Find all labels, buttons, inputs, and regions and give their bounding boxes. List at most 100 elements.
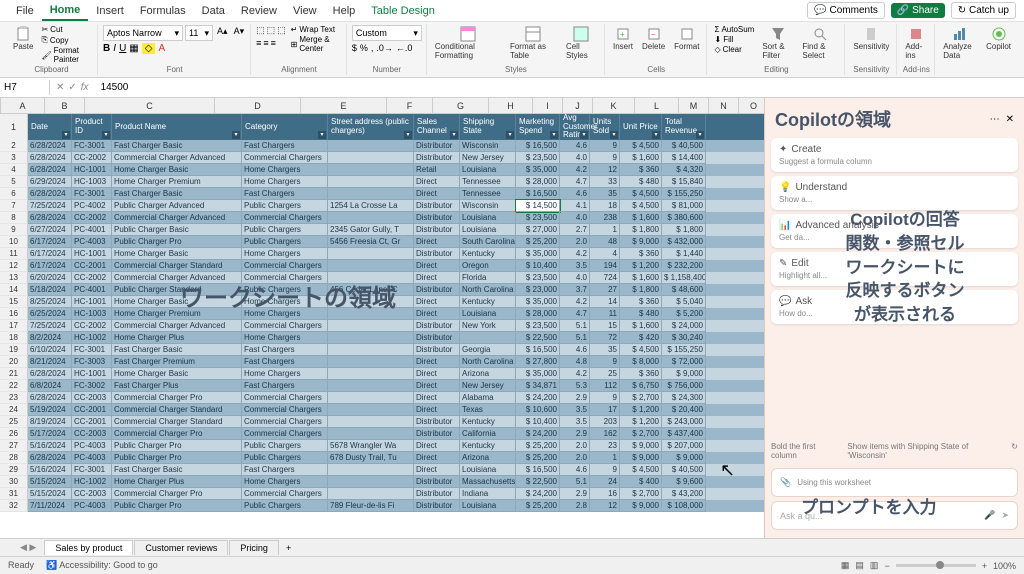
- cell[interactable]: Home Charger Basic: [112, 296, 242, 308]
- cell[interactable]: Distributor: [414, 476, 460, 488]
- cell[interactable]: 1254 La Crosse La: [328, 200, 414, 212]
- cell[interactable]: Distributor: [414, 500, 460, 512]
- col-head-D[interactable]: D: [215, 98, 301, 113]
- cell[interactable]: Fast Chargers: [242, 344, 328, 356]
- cell[interactable]: 4.2: [560, 296, 590, 308]
- cell[interactable]: Kentucky: [460, 248, 516, 260]
- cell[interactable]: $ 108,000: [662, 500, 706, 512]
- cell[interactable]: Direct: [414, 188, 460, 200]
- cell[interactable]: 4.6: [560, 344, 590, 356]
- cell[interactable]: Home Chargers: [242, 164, 328, 176]
- cell[interactable]: Georgia: [460, 344, 516, 356]
- cell[interactable]: 24: [590, 476, 620, 488]
- col-head-J[interactable]: J: [563, 98, 593, 113]
- cell[interactable]: 2.9: [560, 488, 590, 500]
- cell[interactable]: $ 24,200: [516, 488, 560, 500]
- cell[interactable]: 23: [590, 440, 620, 452]
- tab-file[interactable]: File: [8, 2, 42, 20]
- cell[interactable]: $ 1,158,400: [662, 272, 706, 284]
- cell[interactable]: 2.8: [560, 500, 590, 512]
- insert-cells-button[interactable]: +Insert: [610, 25, 636, 52]
- cell[interactable]: 15: [590, 320, 620, 332]
- table-header-3[interactable]: Category▾: [242, 114, 328, 140]
- cell[interactable]: Distributor: [414, 416, 460, 428]
- cell[interactable]: Public Chargers: [242, 500, 328, 512]
- align-center-button[interactable]: ≡: [263, 38, 268, 48]
- cell[interactable]: $ 48,600: [662, 284, 706, 296]
- cell[interactable]: CC-2002: [72, 320, 112, 332]
- cell[interactable]: $ 4,320: [662, 164, 706, 176]
- cell[interactable]: Commercial Charger Advanced: [112, 320, 242, 332]
- copilot-card-adv[interactable]: 📊Advanced analysis Get da...: [771, 214, 1018, 248]
- cell[interactable]: $ 1,800: [620, 284, 662, 296]
- sort-filter-button[interactable]: Sort & Filter: [759, 25, 796, 61]
- cell[interactable]: Fast Charger Basic: [112, 344, 242, 356]
- cell[interactable]: FC-3003: [72, 356, 112, 368]
- sheet-tab-sales[interactable]: Sales by product: [44, 540, 133, 555]
- cell[interactable]: Commercial Chargers: [242, 212, 328, 224]
- cell[interactable]: [328, 476, 414, 488]
- cell[interactable]: 6/20/2024: [28, 272, 72, 284]
- table-header-2[interactable]: Product Name▾: [112, 114, 242, 140]
- cell[interactable]: Home Chargers: [242, 248, 328, 260]
- cell[interactable]: 6/27/2024: [28, 224, 72, 236]
- cell[interactable]: 194: [590, 260, 620, 272]
- cell[interactable]: Commercial Chargers: [242, 404, 328, 416]
- table-row[interactable]: 166/25/2024HC-1003Home Charger PremiumHo…: [0, 308, 764, 320]
- cell[interactable]: Commercial Chargers: [242, 488, 328, 500]
- cell[interactable]: CC-2001: [72, 260, 112, 272]
- cell[interactable]: 9: [590, 464, 620, 476]
- table-row[interactable]: 188/2/2024HC-1002Home Charger PlusHome C…: [0, 332, 764, 344]
- cell[interactable]: Louisiana: [460, 464, 516, 476]
- cell[interactable]: $ 360: [620, 248, 662, 260]
- cell[interactable]: $ 360: [620, 296, 662, 308]
- cell[interactable]: 203: [590, 416, 620, 428]
- cell[interactable]: 7/11/2024: [28, 500, 72, 512]
- table-row[interactable]: 216/28/2024HC-1001Home Charger BasicHome…: [0, 368, 764, 380]
- cell[interactable]: $ 43,200: [662, 488, 706, 500]
- copilot-close-icon[interactable]: ✕: [1006, 114, 1014, 125]
- table-header-11[interactable]: Total Revenue▾: [662, 114, 706, 140]
- cell[interactable]: $ 1,800: [620, 224, 662, 236]
- cell[interactable]: $ 14,400: [662, 152, 706, 164]
- cell[interactable]: Direct: [414, 296, 460, 308]
- table-row[interactable]: 305/15/2024HC-1002Home Charger PlusHome …: [0, 476, 764, 488]
- cell[interactable]: $ 35,000: [516, 296, 560, 308]
- cell[interactable]: 4.0: [560, 272, 590, 284]
- cell[interactable]: 5/19/2024: [28, 404, 72, 416]
- cell[interactable]: Public Charger Pro: [112, 440, 242, 452]
- cell[interactable]: [328, 188, 414, 200]
- cell[interactable]: 3.7: [560, 284, 590, 296]
- analyze-data-button[interactable]: Analyze Data: [940, 25, 980, 61]
- cell[interactable]: CC-2003: [72, 428, 112, 440]
- conditional-formatting-button[interactable]: Conditional Formatting: [432, 25, 504, 61]
- cell[interactable]: $ 35,000: [516, 164, 560, 176]
- align-left-button[interactable]: ≡: [256, 38, 261, 48]
- decrease-font-button[interactable]: A▾: [232, 25, 247, 41]
- cell[interactable]: Home Chargers: [242, 476, 328, 488]
- table-header-1[interactable]: Product ID▾: [72, 114, 112, 140]
- table-row[interactable]: 136/20/2024CC-2002Commercial Charger Adv…: [0, 272, 764, 284]
- cell[interactable]: $ 23,000: [516, 284, 560, 296]
- cell[interactable]: $ 1,600: [620, 152, 662, 164]
- cell[interactable]: [460, 332, 516, 344]
- cell[interactable]: $ 4,500: [620, 344, 662, 356]
- cell[interactable]: FC-3001: [72, 344, 112, 356]
- cell[interactable]: [328, 152, 414, 164]
- cell[interactable]: Florida: [460, 272, 516, 284]
- cell[interactable]: [328, 416, 414, 428]
- cell[interactable]: $ 2,700: [620, 428, 662, 440]
- cell[interactable]: 8/25/2024: [28, 296, 72, 308]
- cell[interactable]: Commercial Charger Advanced: [112, 152, 242, 164]
- cell[interactable]: Public Charger Standard: [112, 284, 242, 296]
- cell[interactable]: 9: [590, 356, 620, 368]
- table-row[interactable]: 77/25/2024PC-4002Public Charger Advanced…: [0, 200, 764, 212]
- cell[interactable]: FC-3001: [72, 188, 112, 200]
- cell[interactable]: $ 23,500: [516, 272, 560, 284]
- cell[interactable]: Wisconsin: [460, 200, 516, 212]
- copilot-card-edit[interactable]: ✎Edit Highlight all...: [771, 252, 1018, 286]
- cell[interactable]: $ 1,800: [662, 224, 706, 236]
- cell[interactable]: $ 1,440: [662, 248, 706, 260]
- delete-cells-button[interactable]: −Delete: [639, 25, 668, 52]
- cell[interactable]: Alabama: [460, 392, 516, 404]
